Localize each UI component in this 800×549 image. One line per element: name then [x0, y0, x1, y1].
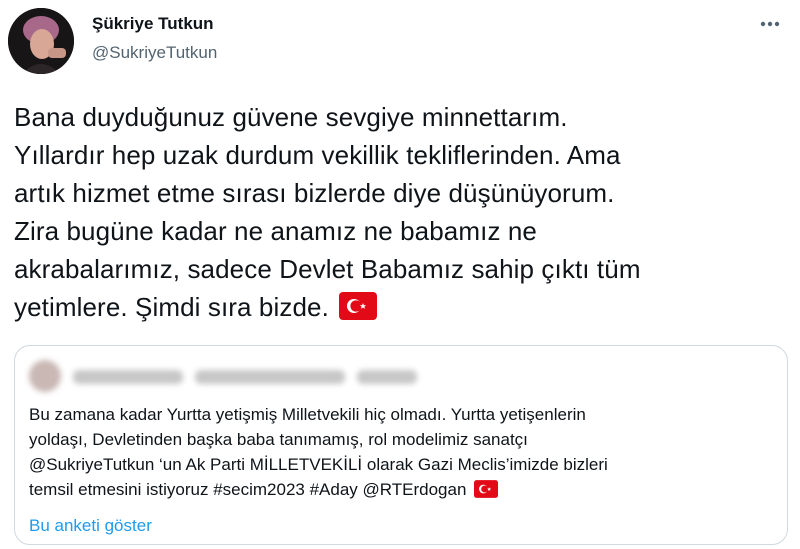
quoted-tweet-card[interactable]: Bu zamana kadar Yurtta yetişmiş Milletve…: [14, 345, 788, 545]
quoted-author-name-blurred: [73, 370, 183, 384]
quoted-tweet-header-blurred: [29, 360, 449, 396]
tweet-line: akrabalarımız, sadece Devlet Babamız sah…: [14, 254, 641, 284]
author-avatar[interactable]: [8, 8, 74, 74]
tweet-line: Bana duyduğunuz güvene sevgiye minnettar…: [14, 102, 568, 132]
tweet-header: Şükriye Tutkun @SukriyeTutkun: [0, 0, 800, 80]
quoted-author-avatar: [29, 360, 61, 392]
quoted-line: Bu zamana kadar Yurtta yetişmiş Milletve…: [29, 405, 586, 424]
tweet-line: Yıllardır hep uzak durdum vekillik tekli…: [14, 140, 621, 170]
show-poll-link[interactable]: Bu anketi göster: [29, 516, 152, 536]
quoted-line: @SukriyeTutkun ‘un Ak Parti MİLLETVEKİLİ…: [29, 455, 608, 474]
quoted-line-text: temsil etmesini istiyoruz #secim2023 #Ad…: [29, 480, 467, 499]
author-handle[interactable]: @SukriyeTutkun: [92, 43, 217, 63]
turkey-flag-icon: [474, 480, 499, 505]
tweet-line-text: yetimlere. Şimdi sıra bizde.: [14, 292, 329, 322]
turkey-flag-icon: [338, 292, 377, 330]
tweet-line-last: yetimlere. Şimdi sıra bizde.: [14, 288, 784, 330]
tweet-line: artık hizmet etme sırası bizlerde diye d…: [14, 178, 615, 208]
more-options-icon[interactable]: [758, 12, 782, 36]
tweet-text: Bana duyduğunuz güvene sevgiye minnettar…: [14, 98, 784, 330]
avatar-image: [8, 8, 74, 74]
quoted-date-blurred: [357, 370, 417, 384]
quoted-line-last: temsil etmesini istiyoruz #secim2023 #Ad…: [29, 477, 769, 505]
quoted-tweet-text: Bu zamana kadar Yurtta yetişmiş Milletve…: [29, 402, 769, 505]
quoted-line: yoldaşı, Devletinden başka baba tanımamı…: [29, 430, 528, 449]
quoted-author-handle-blurred: [195, 370, 345, 384]
tweet-line: Zira bugüne kadar ne anamız ne babamız n…: [14, 216, 537, 246]
author-display-name[interactable]: Şükriye Tutkun: [92, 14, 214, 34]
